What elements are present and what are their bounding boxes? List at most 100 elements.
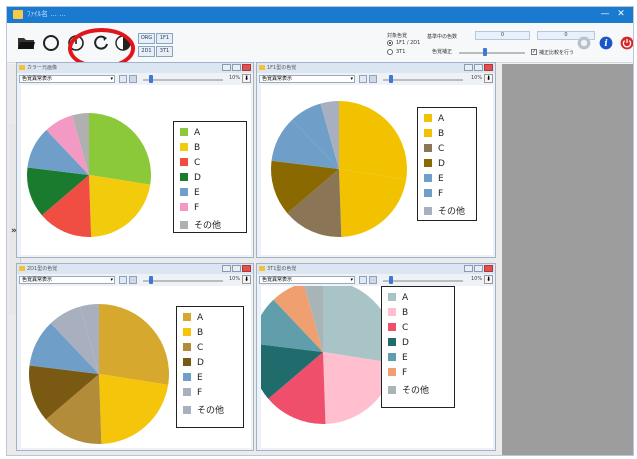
close-button[interactable]: ✕ bbox=[615, 8, 627, 21]
panel-minimize-button[interactable] bbox=[464, 265, 473, 272]
chart-legend: A B C D E F その他 bbox=[417, 107, 477, 221]
select-value: 色覚異常表示 bbox=[22, 76, 53, 82]
download-icon[interactable]: ⬇ bbox=[484, 275, 493, 284]
legend-item: B bbox=[424, 129, 444, 139]
seg-button-2d1[interactable]: 2D1 bbox=[138, 46, 155, 57]
grid-toggle-button[interactable] bbox=[369, 276, 377, 284]
zoom-slider-thumb[interactable] bbox=[389, 276, 393, 284]
select-value: 色覚異常表示 bbox=[262, 277, 293, 283]
grid-toggle-button[interactable] bbox=[129, 276, 137, 284]
display-mode-select[interactable]: 色覚異常表示 ▾ bbox=[19, 75, 115, 83]
minimize-button[interactable]: — bbox=[599, 8, 611, 21]
correction-slider-thumb[interactable] bbox=[483, 48, 487, 56]
grid-toggle-button[interactable] bbox=[129, 75, 137, 83]
radio-label-1: 1F1 / 2D1 bbox=[396, 40, 421, 46]
pie-slice-A bbox=[99, 304, 169, 385]
legend-label: E bbox=[402, 353, 408, 363]
legend-item: B bbox=[183, 328, 203, 338]
panel-minimize-button[interactable] bbox=[464, 64, 473, 71]
pie-chart bbox=[261, 286, 395, 424]
zoom-percent: 10% bbox=[471, 75, 483, 81]
download-icon[interactable]: ⬇ bbox=[242, 74, 251, 83]
display-mode-select[interactable]: 色覚異常表示 ▾ bbox=[259, 276, 355, 284]
zoom-slider-thumb[interactable] bbox=[149, 75, 153, 83]
display-mode-select[interactable]: 色覚異常表示 ▾ bbox=[259, 75, 355, 83]
panel-close-button[interactable] bbox=[242, 265, 251, 272]
pie-slice-B bbox=[89, 175, 151, 237]
view-toggle-button[interactable] bbox=[359, 276, 367, 284]
panel-close-button[interactable] bbox=[242, 64, 251, 71]
legend-label: B bbox=[402, 308, 409, 318]
panel-maximize-button[interactable] bbox=[474, 64, 483, 71]
legend-item: C bbox=[183, 343, 203, 353]
settings-icon[interactable] bbox=[576, 35, 592, 51]
legend-swatch bbox=[183, 373, 191, 381]
legend-swatch bbox=[388, 353, 396, 361]
zoom-slider-track bbox=[383, 280, 463, 282]
legend-label: E bbox=[194, 188, 200, 198]
legend-label: F bbox=[197, 388, 203, 398]
panel-minimize-button[interactable] bbox=[222, 265, 231, 272]
legend-label: B bbox=[197, 328, 204, 338]
legend-label: C bbox=[194, 158, 201, 168]
zoom-slider-thumb[interactable] bbox=[389, 75, 393, 83]
radio-1f1-2d1[interactable] bbox=[387, 40, 393, 46]
download-icon[interactable]: ⬇ bbox=[242, 275, 251, 284]
legend-item: その他 bbox=[424, 204, 465, 217]
view-toggle-button[interactable] bbox=[359, 75, 367, 83]
legend-label: その他 bbox=[194, 221, 222, 231]
legend-label: C bbox=[402, 323, 409, 333]
chevron-down-icon: ▾ bbox=[350, 277, 353, 283]
panel-maximize-button[interactable] bbox=[232, 64, 241, 71]
view-toggle-button[interactable] bbox=[119, 75, 127, 83]
legend-item: E bbox=[388, 353, 408, 363]
app-icon bbox=[13, 10, 23, 19]
panel-minimize-button[interactable] bbox=[222, 64, 231, 71]
seg-button-1f1[interactable]: 1F1 bbox=[156, 33, 173, 44]
panel-maximize-button[interactable] bbox=[232, 265, 241, 272]
panel-title-bar: 1F1型の色覚 bbox=[257, 63, 495, 73]
legend-item: A bbox=[388, 293, 408, 303]
chart-legend: A B C D E F その他 bbox=[173, 121, 247, 233]
legend-item: B bbox=[388, 308, 408, 318]
download-icon[interactable]: ⬇ bbox=[484, 74, 493, 83]
legend-item: E bbox=[424, 174, 444, 184]
value-input-1[interactable]: 0 bbox=[475, 31, 530, 40]
panel-controls: 色覚異常表示 ▾ 10% ⬇ bbox=[259, 275, 493, 285]
circle-outline-icon[interactable] bbox=[41, 33, 61, 53]
legend-label: その他 bbox=[402, 386, 430, 396]
chart-panel: 1F1型の色覚 色覚異常表示 ▾ 10% ⬇ A B C D E F その他 bbox=[256, 62, 496, 258]
view-toggle-button[interactable] bbox=[119, 276, 127, 284]
compare-checkbox[interactable]: ✓ bbox=[531, 49, 537, 55]
panel-window-buttons bbox=[221, 64, 251, 72]
seg-button-org[interactable]: ORG bbox=[138, 33, 155, 44]
correction-slider-track bbox=[459, 52, 525, 54]
legend-swatch bbox=[388, 323, 396, 331]
info-icon[interactable]: i bbox=[598, 35, 614, 51]
panel-close-button[interactable] bbox=[484, 64, 493, 71]
target-label: 対象色覚 bbox=[387, 33, 408, 39]
legend-label: D bbox=[197, 358, 204, 368]
panel-close-button[interactable] bbox=[484, 265, 493, 272]
legend-item: F bbox=[183, 388, 202, 398]
legend-swatch bbox=[180, 158, 188, 166]
title-bar: ﾌｧｲﾙ名 ... ... — ✕ bbox=[7, 7, 633, 23]
legend-item: C bbox=[180, 158, 200, 168]
legend-swatch bbox=[388, 368, 396, 376]
seg-button-3t1[interactable]: 3T1 bbox=[156, 46, 173, 57]
panel-maximize-button[interactable] bbox=[474, 265, 483, 272]
legend-item: F bbox=[424, 189, 443, 199]
panel-controls: 色覚異常表示 ▾ 10% ⬇ bbox=[259, 74, 493, 84]
legend-swatch bbox=[424, 174, 432, 182]
legend-label: B bbox=[194, 143, 201, 153]
grid-toggle-button[interactable] bbox=[369, 75, 377, 83]
legend-swatch bbox=[424, 129, 432, 137]
legend-item: E bbox=[183, 373, 203, 383]
display-mode-select[interactable]: 色覚異常表示 ▾ bbox=[19, 276, 115, 284]
pie-slice-B bbox=[99, 374, 169, 444]
power-icon[interactable] bbox=[619, 35, 634, 51]
panel-title-bar: カラー元画像 bbox=[17, 63, 253, 73]
zoom-slider-thumb[interactable] bbox=[149, 276, 153, 284]
folder-open-icon[interactable] bbox=[16, 33, 36, 53]
radio-3t1[interactable] bbox=[387, 49, 393, 55]
